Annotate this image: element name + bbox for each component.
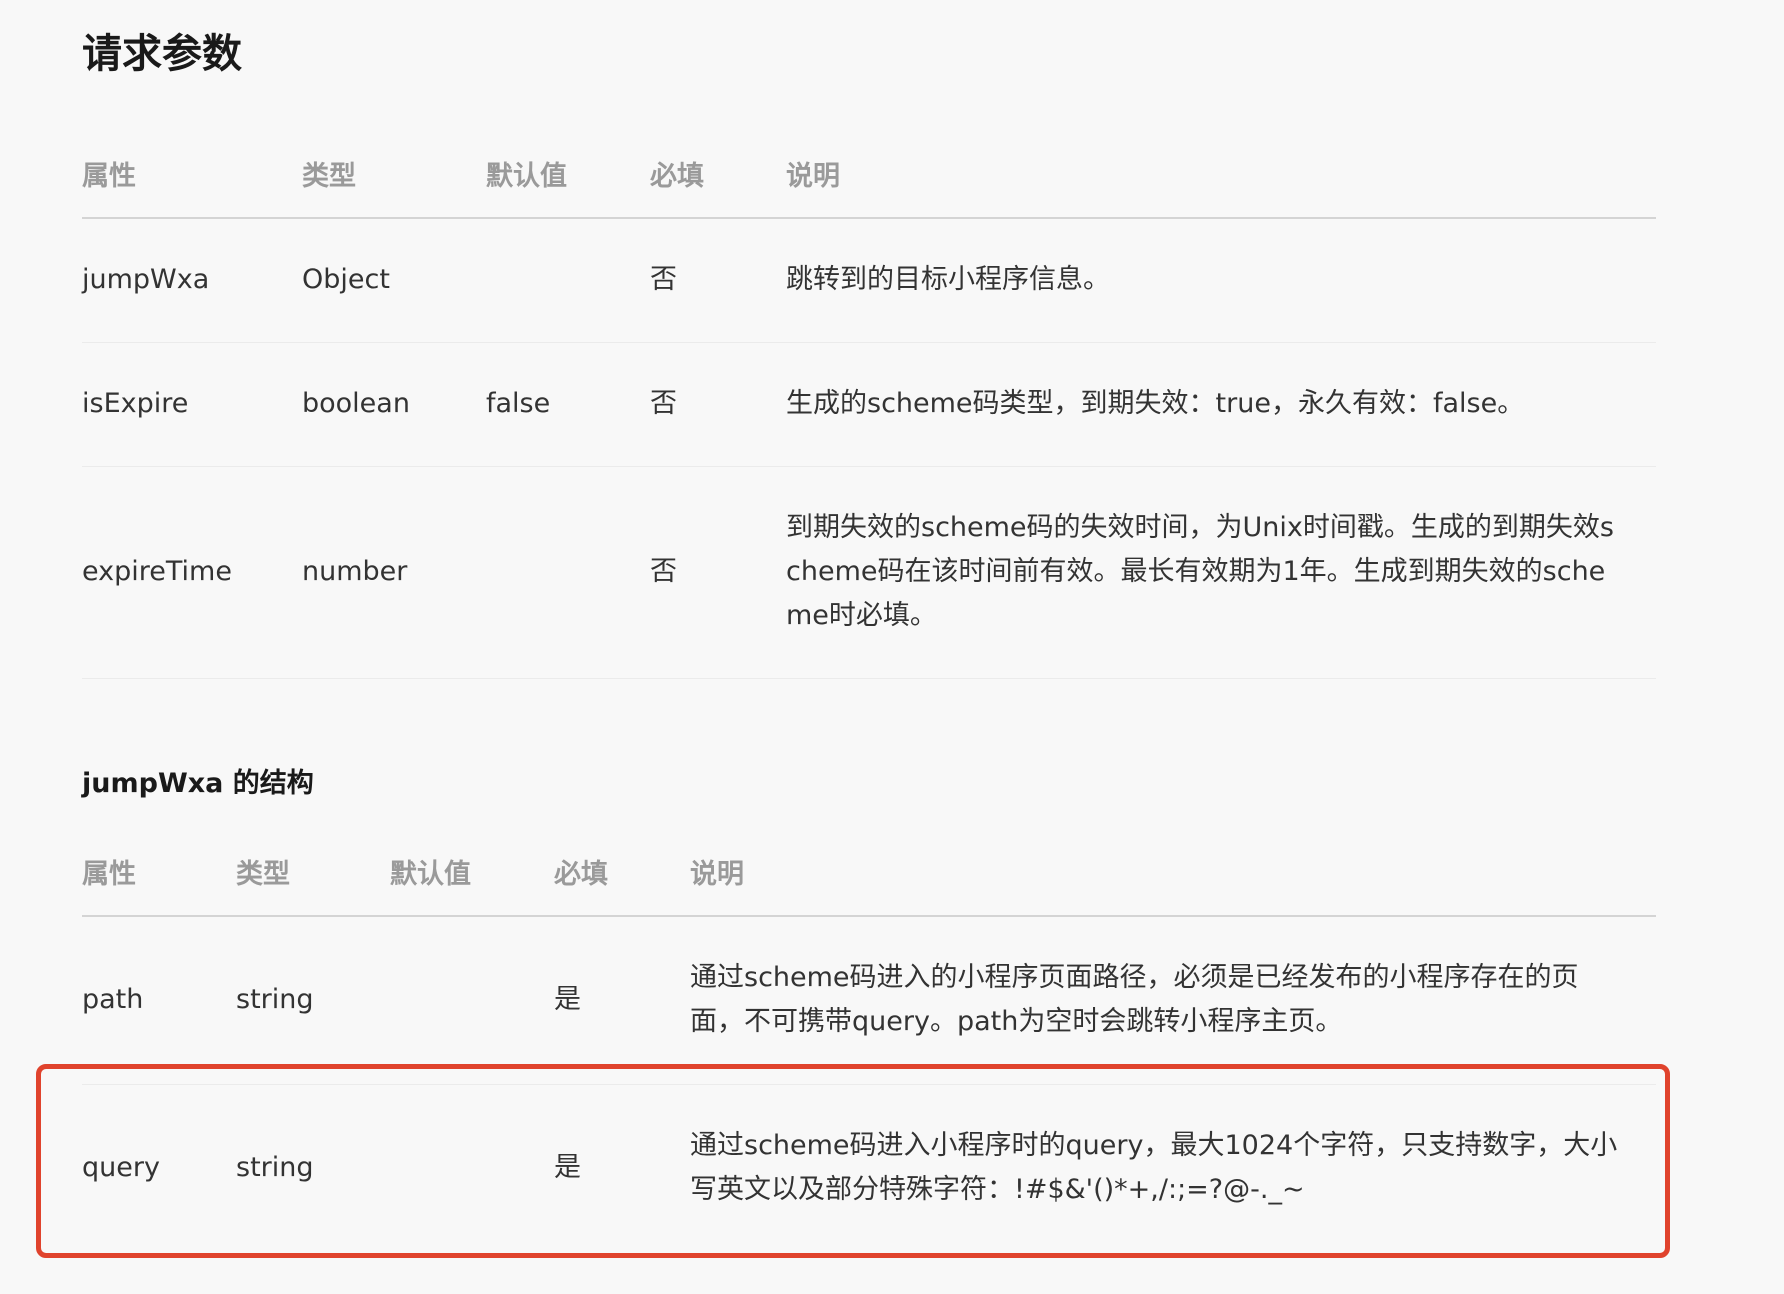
col-header-type: 类型 <box>236 798 390 917</box>
cell-description: 跳转到的目标小程序信息。 <box>786 218 1656 343</box>
jumpwxa-structure-table: 属性 类型 默认值 必填 说明 path string 是 通过scheme码进… <box>82 798 1656 1252</box>
col-header-default: 默认值 <box>486 100 650 219</box>
cell-property: jumpWxa <box>82 218 302 343</box>
request-params-table: 属性 类型 默认值 必填 说明 jumpWxa Object 否 跳转到的目标小… <box>82 100 1656 679</box>
cell-property: expireTime <box>82 466 302 679</box>
col-header-required: 必填 <box>554 798 690 917</box>
cell-type: Object <box>302 218 486 343</box>
cell-type: string <box>236 1152 314 1184</box>
cell-property: query <box>82 1152 160 1184</box>
table-header-row: 属性 类型 默认值 必填 说明 <box>82 100 1656 219</box>
col-header-required: 必填 <box>650 100 786 219</box>
table-row: isExpire boolean false 否 生成的scheme码类型，到期… <box>82 342 1656 467</box>
cell-required: 是 <box>554 1152 581 1184</box>
cell-required: 否 <box>650 218 786 343</box>
cell-description: 通过scheme码进入小程序时的query，最大1024个字符，只支持数字，大小… <box>690 1130 1618 1206</box>
cell-default: false <box>486 342 650 467</box>
cell-required: 否 <box>650 342 786 467</box>
cell-type: boolean <box>302 342 486 467</box>
cell-description: 到期失效的scheme码的失效时间，为Unix时间戳。生成的到期失效scheme… <box>786 466 1656 679</box>
cell-property: path <box>82 916 236 1085</box>
cell-required: 是 <box>554 916 690 1085</box>
cell-default <box>390 916 554 1085</box>
cell-type: number <box>302 466 486 679</box>
cell-required: 否 <box>650 466 786 679</box>
col-header-default: 默认值 <box>390 798 554 917</box>
table-row: expireTime number 否 到期失效的scheme码的失效时间，为U… <box>82 466 1656 679</box>
table-header-row: 属性 类型 默认值 必填 说明 <box>82 798 1656 917</box>
col-header-property: 属性 <box>82 100 302 219</box>
table-row: jumpWxa Object 否 跳转到的目标小程序信息。 <box>82 218 1656 343</box>
cell-default <box>486 466 650 679</box>
col-header-property: 属性 <box>82 798 236 917</box>
col-header-description: 说明 <box>786 100 1656 219</box>
col-header-type: 类型 <box>302 100 486 219</box>
cell-type: string <box>236 916 390 1085</box>
cell-default <box>486 218 650 343</box>
cell-description: 生成的scheme码类型，到期失效：true，永久有效：false。 <box>786 342 1656 467</box>
section-title: 请求参数 <box>82 31 242 77</box>
col-header-description: 说明 <box>690 798 1656 917</box>
table-row: query string 是 通过scheme码进入小程序时的query，最大1… <box>82 1084 1656 1252</box>
cell-property: isExpire <box>82 342 302 467</box>
sub-section-title: jumpWxa 的结构 <box>82 768 314 799</box>
cell-description: 通过scheme码进入的小程序页面路径，必须是已经发布的小程序存在的页面，不可携… <box>690 916 1656 1085</box>
cell-default <box>390 1084 554 1252</box>
table-row: path string 是 通过scheme码进入的小程序页面路径，必须是已经发… <box>82 916 1656 1085</box>
